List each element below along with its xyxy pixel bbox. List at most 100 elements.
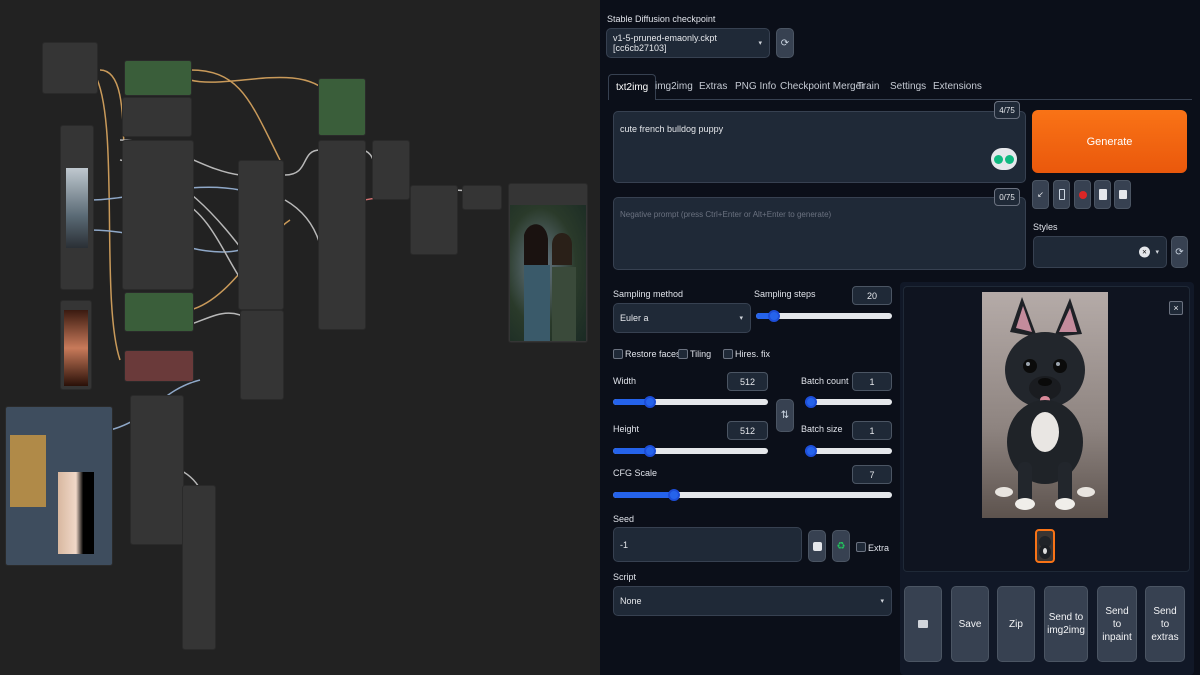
node[interactable] bbox=[182, 485, 216, 650]
node[interactable] bbox=[372, 140, 410, 200]
script-label: Script bbox=[613, 572, 637, 582]
sampling-method-dropdown[interactable]: Euler a ▾ bbox=[613, 303, 751, 333]
prompt-textarea[interactable]: cute french bulldog puppy bbox=[613, 111, 1026, 183]
clear-prompt-button[interactable] bbox=[1053, 180, 1070, 209]
checkpoint-label: Stable Diffusion checkpoint bbox=[607, 14, 716, 24]
batch-size-input[interactable]: 1 bbox=[852, 421, 892, 440]
floppy-disk-icon bbox=[1118, 190, 1127, 199]
apply-style-button[interactable] bbox=[1094, 180, 1111, 209]
slider-handle[interactable] bbox=[668, 489, 681, 501]
extra-seed-checkbox[interactable] bbox=[856, 542, 866, 552]
refresh-styles-button[interactable]: ⟳ bbox=[1171, 236, 1188, 268]
width-slider[interactable] bbox=[613, 396, 768, 408]
output-preview-image bbox=[510, 205, 586, 341]
save-button[interactable]: Save bbox=[951, 586, 989, 662]
node[interactable] bbox=[124, 350, 194, 382]
chevron-down-icon: ▾ bbox=[880, 598, 884, 605]
seed-input[interactable]: -1 bbox=[613, 527, 802, 562]
preview-thumbnail bbox=[58, 472, 94, 554]
batch-size-label: Batch size bbox=[801, 424, 843, 434]
node[interactable] bbox=[410, 185, 458, 255]
preview-thumbnail bbox=[10, 435, 46, 507]
node[interactable] bbox=[124, 292, 194, 332]
folder-icon bbox=[918, 620, 928, 628]
checkpoint-dropdown[interactable]: v1-5-pruned-emaonly.ckpt [cc6cb27103] ▾ bbox=[606, 28, 770, 58]
tiling-checkbox[interactable] bbox=[678, 349, 688, 359]
generate-button[interactable]: Generate bbox=[1032, 110, 1187, 173]
restore-faces-checkbox[interactable] bbox=[613, 349, 623, 359]
slider-handle[interactable] bbox=[805, 396, 817, 408]
sampling-steps-slider[interactable] bbox=[756, 310, 892, 322]
node[interactable] bbox=[122, 97, 192, 137]
send-to-inpaint-button[interactable]: Send to inpaint bbox=[1097, 586, 1137, 662]
script-dropdown[interactable]: None ▾ bbox=[613, 586, 892, 616]
cfg-scale-label: CFG Scale bbox=[613, 468, 658, 478]
node-graph-canvas[interactable] bbox=[0, 0, 600, 675]
slider-handle[interactable] bbox=[644, 445, 657, 457]
refresh-checkpoint-button[interactable]: ⟳ bbox=[776, 28, 794, 58]
width-input[interactable]: 512 bbox=[727, 372, 768, 391]
preview-thumbnail bbox=[64, 310, 88, 386]
negative-prompt-textarea[interactable]: Negative prompt (press Ctrl+Enter or Alt… bbox=[613, 197, 1026, 270]
swap-icon: ⇅ bbox=[780, 410, 790, 421]
node[interactable] bbox=[42, 42, 98, 94]
tab-train[interactable]: Train bbox=[850, 74, 886, 100]
node[interactable] bbox=[238, 160, 284, 310]
slider-handle[interactable] bbox=[644, 396, 657, 408]
zip-button[interactable]: Zip bbox=[997, 586, 1035, 662]
styles-dropdown[interactable]: × ▾ bbox=[1033, 236, 1167, 268]
close-gallery-button[interactable]: × bbox=[1169, 301, 1183, 315]
batch-count-input[interactable]: 1 bbox=[852, 372, 892, 391]
height-slider[interactable] bbox=[613, 445, 768, 457]
send-to-img2img-button[interactable]: Send to img2img bbox=[1044, 586, 1088, 662]
dice-icon bbox=[812, 541, 822, 551]
save-style-button[interactable] bbox=[1114, 180, 1131, 209]
tiling-label: Tiling bbox=[690, 349, 712, 359]
sampling-steps-input[interactable]: 20 bbox=[852, 286, 892, 305]
node[interactable] bbox=[130, 395, 184, 545]
reuse-seed-button[interactable]: ♻ bbox=[832, 530, 850, 562]
checkpoint-value: v1-5-pruned-emaonly.ckpt [cc6cb27103] bbox=[613, 33, 717, 53]
cfg-scale-slider[interactable] bbox=[613, 489, 892, 501]
node[interactable] bbox=[122, 140, 194, 290]
styles-label: Styles bbox=[1033, 222, 1058, 232]
image-gallery: × bbox=[903, 286, 1190, 572]
node[interactable] bbox=[318, 140, 366, 330]
arrow-down-left-icon: ↙ bbox=[1037, 190, 1044, 199]
seed-label: Seed bbox=[613, 514, 635, 524]
batch-count-slider[interactable] bbox=[805, 396, 892, 408]
extra-networks-icon bbox=[1078, 190, 1087, 199]
main-tabs: txt2img img2img Extras PNG Info Checkpoi… bbox=[608, 74, 1192, 100]
prompt-helper-icon[interactable] bbox=[991, 148, 1017, 170]
swap-dimensions-button[interactable]: ⇅ bbox=[776, 399, 794, 432]
recycle-icon: ♻ bbox=[836, 540, 846, 552]
restore-faces-label: Restore faces bbox=[625, 349, 681, 359]
random-seed-button[interactable] bbox=[808, 530, 826, 562]
negative-prompt-token-counter: 0/75 bbox=[994, 188, 1020, 206]
read-params-button[interactable]: ↙ bbox=[1032, 180, 1049, 209]
height-label: Height bbox=[613, 424, 640, 434]
generated-image[interactable] bbox=[982, 292, 1108, 518]
preview-thumbnail bbox=[66, 168, 88, 248]
cfg-scale-input[interactable]: 7 bbox=[852, 465, 892, 484]
sampling-steps-label: Sampling steps bbox=[754, 289, 816, 299]
hires-fix-checkbox[interactable] bbox=[723, 349, 733, 359]
slider-handle[interactable] bbox=[805, 445, 817, 457]
node[interactable] bbox=[462, 185, 502, 210]
hires-fix-label: Hires. fix bbox=[735, 349, 771, 359]
send-to-extras-button[interactable]: Send to extras bbox=[1145, 586, 1185, 662]
width-label: Width bbox=[613, 376, 637, 386]
extra-networks-button[interactable] bbox=[1074, 180, 1091, 209]
open-folder-button[interactable] bbox=[904, 586, 942, 662]
node[interactable] bbox=[240, 310, 284, 400]
height-input[interactable]: 512 bbox=[727, 421, 768, 440]
tab-extensions[interactable]: Extensions bbox=[926, 74, 989, 100]
gallery-thumbnail[interactable] bbox=[1035, 529, 1055, 563]
slider-handle[interactable] bbox=[767, 310, 780, 322]
trash-icon bbox=[1058, 189, 1065, 200]
chevron-down-icon: ▾ bbox=[758, 40, 762, 47]
batch-size-slider[interactable] bbox=[805, 445, 892, 457]
node[interactable] bbox=[318, 78, 366, 136]
node[interactable] bbox=[124, 60, 192, 96]
clear-styles-icon[interactable]: × bbox=[1139, 246, 1150, 258]
